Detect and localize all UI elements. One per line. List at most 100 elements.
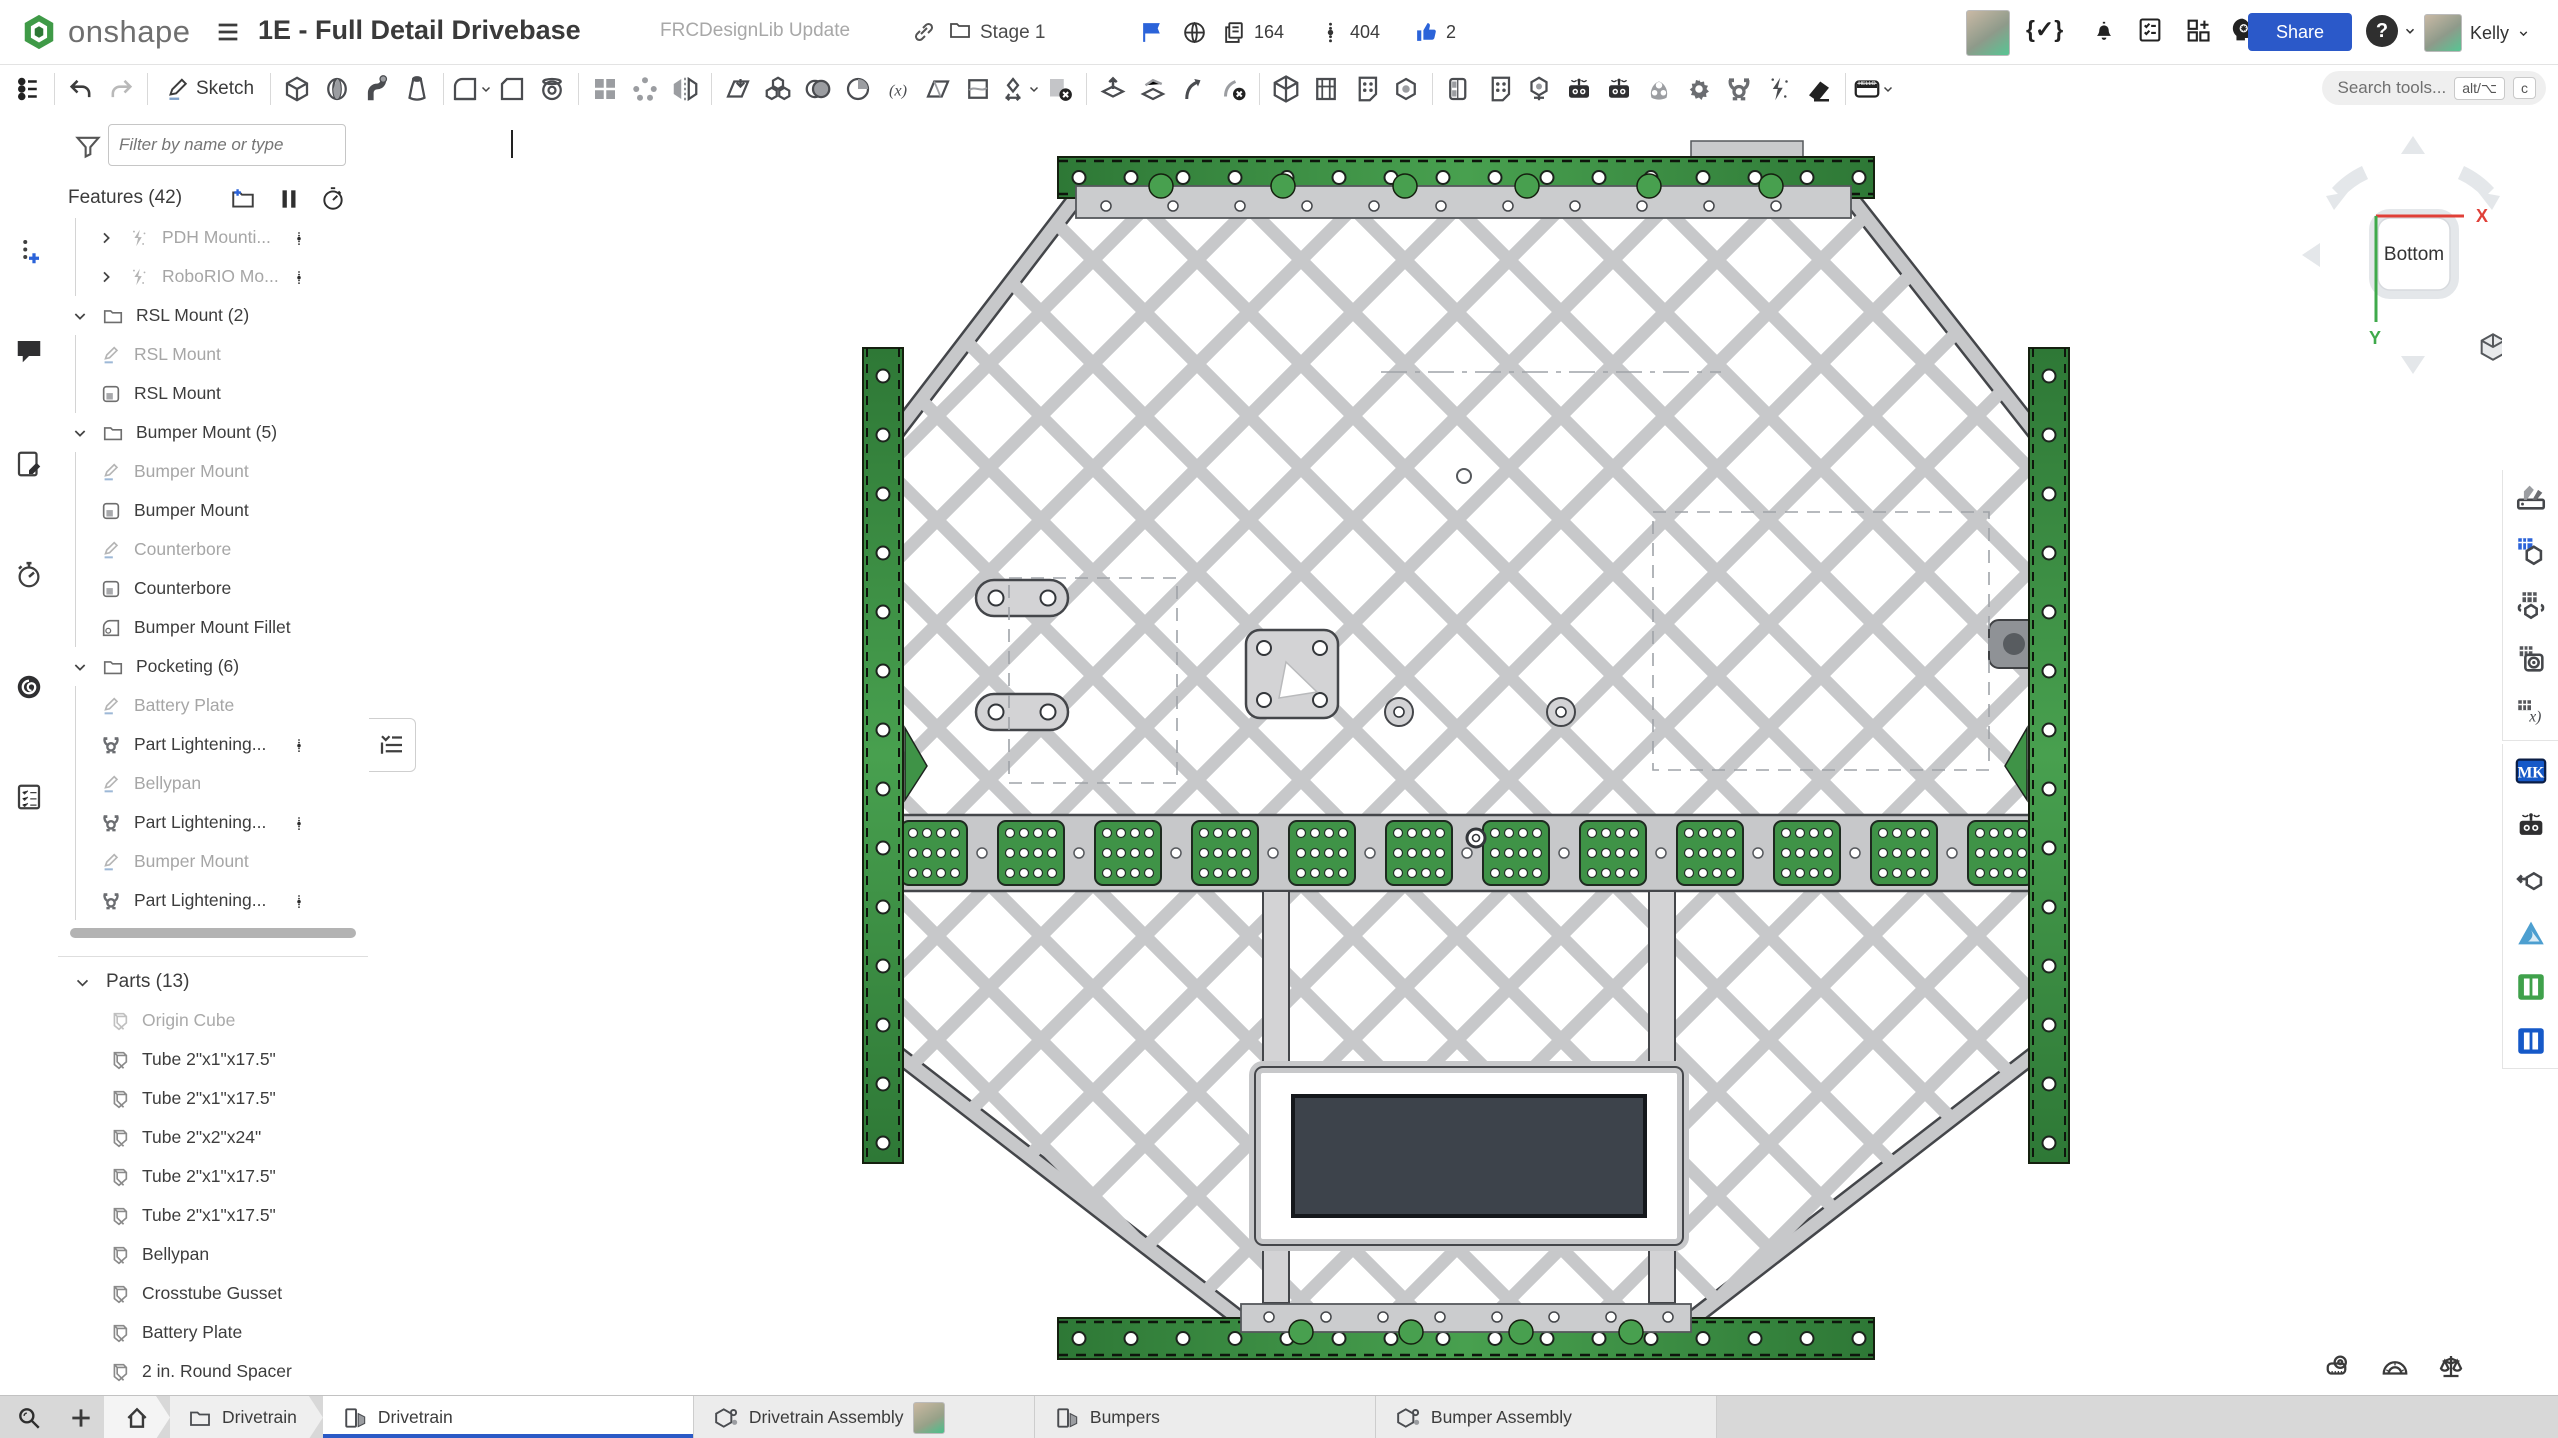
suppress-pause-icon[interactable] [276, 186, 302, 212]
drivebase-model[interactable] [368, 112, 2502, 1395]
feature-row[interactable]: Battery Plate [58, 686, 368, 725]
featurescript-icon[interactable]: {✓} [2026, 16, 2063, 43]
user-menu[interactable]: Kelly [2424, 14, 2530, 52]
tool-belt-icon[interactable] [1799, 70, 1839, 108]
likes-counter[interactable]: 2 [1414, 0, 1456, 64]
appearance-panel-icon[interactable] [2502, 470, 2558, 525]
feature-row[interactable]: Counterbore [58, 530, 368, 569]
part-row[interactable]: 2 in. Round Spacer [58, 1352, 368, 1391]
feature-state-dots-icon[interactable] [292, 888, 306, 914]
tape-measure-icon[interactable] [2324, 1351, 2354, 1381]
mkcad-app-icon[interactable]: MK [2502, 744, 2558, 799]
part-row[interactable]: Tube 2"x1"x17.5" [58, 1196, 368, 1235]
insert-version-icon[interactable] [14, 237, 44, 267]
notifications-bell-icon[interactable] [2090, 16, 2118, 49]
mass-properties-icon[interactable] [2436, 1351, 2466, 1381]
protractor-icon[interactable] [2380, 1351, 2410, 1381]
search-document-icon[interactable] [14, 672, 44, 702]
feature-row[interactable]: RoboRIO Mo... [58, 257, 368, 296]
tool-gusset-icon[interactable] [1639, 70, 1679, 108]
tab-bumpers[interactable]: Bumpers [1035, 1396, 1376, 1438]
document-title[interactable]: 1E - Full Detail Drivebase [258, 15, 581, 46]
app-store-icon[interactable] [2184, 16, 2212, 49]
chevron-down-icon[interactable] [72, 659, 88, 675]
tool-transform-icon[interactable] [718, 70, 758, 108]
feature-state-dots-icon[interactable] [292, 810, 306, 836]
rollback-bar[interactable] [70, 928, 356, 938]
feature-row[interactable]: Part Lightening... [58, 725, 368, 764]
tool-variable-icon[interactable]: (x) [878, 70, 918, 108]
link-icon[interactable] [912, 20, 936, 49]
feature-state-dots-icon[interactable] [292, 732, 306, 758]
tool-modify-fillet-icon[interactable] [1173, 70, 1213, 108]
robot-app-icon[interactable] [2502, 798, 2558, 853]
tab-drivetrain-assembly[interactable]: Drivetrain Assembly [694, 1396, 1035, 1438]
chevron-right-icon[interactable] [98, 269, 114, 285]
tool-replace-face-icon[interactable] [1133, 70, 1173, 108]
chevron-down-icon[interactable] [72, 308, 88, 324]
graphics-area[interactable]: Bottom X Y [368, 112, 2502, 1395]
versions-counter[interactable]: 404 [1318, 0, 1380, 64]
feature-row[interactable]: Bumper Mount [58, 491, 368, 530]
tool-name-tag-icon[interactable]: HELLO [1852, 70, 1894, 108]
tab-drivetrain[interactable]: Drivetrain [323, 1396, 694, 1438]
right-rail-tube[interactable] [2029, 348, 2069, 1163]
public-globe-icon[interactable] [1182, 0, 1207, 64]
chevron-right-icon[interactable] [98, 230, 114, 246]
feature-row[interactable]: Pocketing (6) [58, 647, 368, 686]
tool-custom-feature-1-icon[interactable] [1559, 70, 1599, 108]
history-icon[interactable] [14, 560, 44, 590]
part-row[interactable]: Crosstube Gusset [58, 1274, 368, 1313]
part-row[interactable]: Tube 2"x1"x17.5" [58, 1079, 368, 1118]
feature-row[interactable]: Bumper Mount [58, 452, 368, 491]
tool-mirror-icon[interactable] [665, 70, 705, 108]
feature-list-toggle-icon[interactable] [8, 70, 48, 108]
crosstube-band[interactable] [879, 815, 2053, 891]
part-row[interactable]: Tube 2"x1"x17.5" [58, 1157, 368, 1196]
feature-row[interactable]: RSL Mount (2) [58, 296, 368, 335]
tool-loft-icon[interactable] [397, 70, 437, 108]
comment-icon[interactable] [14, 336, 44, 366]
tool-sweep-icon[interactable] [357, 70, 397, 108]
tool-sheet-metal-icon[interactable] [1346, 70, 1386, 108]
share-button[interactable]: Share [2248, 13, 2352, 51]
feature-row[interactable]: Counterbore [58, 569, 368, 608]
tool-rollback-icon[interactable] [838, 70, 878, 108]
docs-blue-app-icon[interactable] [2502, 1014, 2558, 1069]
follow-icon[interactable] [1140, 0, 1165, 64]
tasks-icon[interactable] [14, 782, 44, 812]
tool-fastener-icon[interactable] [1386, 70, 1426, 108]
filter-input[interactable] [108, 124, 346, 166]
new-tab-button[interactable] [58, 1396, 104, 1438]
collaborator-avatar[interactable] [1966, 10, 2010, 56]
tool-boolean-icon[interactable] [758, 70, 798, 108]
feature-row[interactable]: Bumper Mount [58, 842, 368, 881]
tool-plane-icon[interactable] [918, 70, 958, 108]
left-rail-tube[interactable] [863, 348, 903, 1163]
tool-fillet-icon[interactable] [450, 70, 492, 108]
tool-custom-feature-2-icon[interactable] [1599, 70, 1639, 108]
feature-state-dots-icon[interactable] [292, 264, 306, 290]
tab-search-icon[interactable] [0, 1396, 58, 1438]
tab-bumper-assembly[interactable]: Bumper Assembly [1376, 1396, 1717, 1438]
feature-row[interactable]: Bumper Mount Fillet [58, 608, 368, 647]
modeler-app-icon[interactable] [2502, 906, 2558, 961]
tool-intersect-icon[interactable] [798, 70, 838, 108]
tool-offset-surface-icon[interactable] [958, 70, 998, 108]
tool-split-icon[interactable] [998, 70, 1040, 108]
feature-dialog-flyout-button[interactable] [369, 718, 416, 772]
sketch-button[interactable]: Sketch [154, 76, 264, 102]
rollback-history-icon[interactable] [320, 186, 346, 212]
onshape-logo-icon[interactable] [20, 13, 58, 51]
feature-row[interactable]: PDH Mounti... [58, 218, 368, 257]
custom-tables-panel-icon[interactable] [2502, 578, 2558, 633]
tool-chamfer-icon[interactable] [492, 70, 532, 108]
tool-composite-part-icon[interactable] [1266, 70, 1306, 108]
feature-row[interactable]: Bellypan [58, 764, 368, 803]
stage-label[interactable]: Stage 1 [980, 22, 1046, 44]
help-button[interactable]: ? [2366, 15, 2417, 47]
part-row[interactable]: Tube 2"x1"x17.5" [58, 1040, 368, 1079]
feature-row[interactable]: Part Lightening... [58, 881, 368, 920]
follow-document-icon[interactable] [14, 449, 44, 479]
feature-row[interactable]: Part Lightening... [58, 803, 368, 842]
